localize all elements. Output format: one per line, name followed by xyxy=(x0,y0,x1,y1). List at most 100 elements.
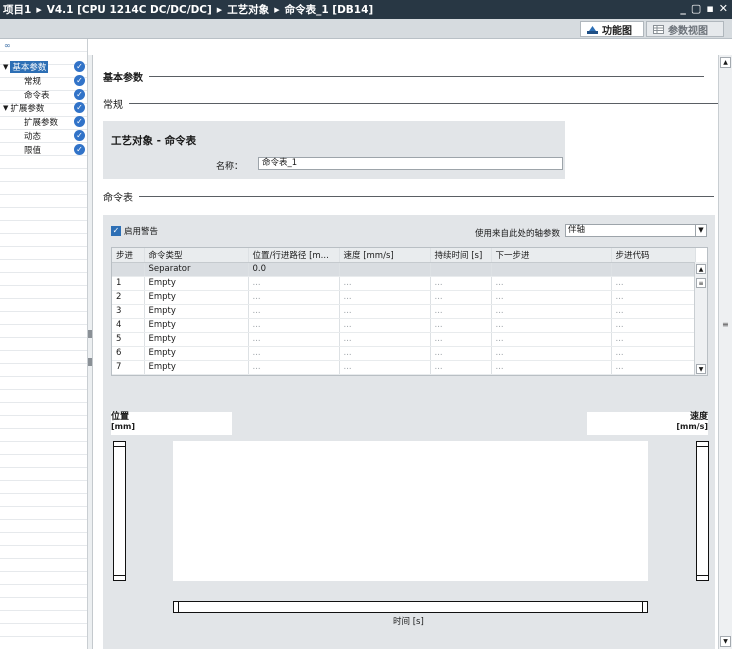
column-header[interactable]: 速度 [mm/s] xyxy=(339,248,431,263)
table-cell[interactable]: ... xyxy=(491,360,612,375)
table-cell[interactable]: Empty xyxy=(144,276,249,291)
table-row[interactable]: 7 Empty ... ... ... ... ... xyxy=(112,360,696,375)
table-cell[interactable]: 3 xyxy=(112,304,145,319)
table-cell[interactable] xyxy=(611,262,696,277)
page-scrollbar[interactable]: ▲ ≡ ▼ xyxy=(718,55,732,649)
table-cell[interactable]: ... xyxy=(611,304,696,319)
table-cell[interactable]: Separator xyxy=(144,262,249,277)
table-row[interactable]: Separator 0.0 xyxy=(112,262,696,277)
table-cell[interactable] xyxy=(491,262,612,277)
restore-icon[interactable]: ▢ xyxy=(691,2,701,15)
table-cell[interactable]: ... xyxy=(248,332,340,347)
breadcrumb-project[interactable]: 项目1 xyxy=(3,2,31,17)
table-cell[interactable]: ... xyxy=(491,290,612,305)
velocity-axis-slider[interactable] xyxy=(696,441,709,581)
table-cell[interactable]: ... xyxy=(611,276,696,291)
scroll-up-icon[interactable]: ▲ xyxy=(720,57,731,68)
nav-item-basic-params[interactable]: ▼ 基本参数 xyxy=(3,61,49,73)
table-cell[interactable]: 1 xyxy=(112,276,145,291)
table-cell[interactable]: ... xyxy=(339,318,431,333)
position-axis-slider[interactable] xyxy=(113,441,126,581)
table-cell[interactable]: ... xyxy=(491,304,612,319)
column-header[interactable]: 位置/行进路径 [m... xyxy=(248,248,340,263)
scroll-down-icon[interactable]: ▼ xyxy=(696,364,706,374)
table-cell[interactable]: ... xyxy=(248,276,340,291)
nav-item-limits[interactable]: 限值 xyxy=(24,144,41,156)
table-cell[interactable]: ... xyxy=(611,318,696,333)
scroll-up-icon[interactable]: ▲ xyxy=(696,264,706,274)
table-cell[interactable]: ... xyxy=(491,346,612,361)
axis-param-select[interactable]: 伴轴 ▼ xyxy=(565,224,707,237)
table-cell[interactable]: ... xyxy=(248,290,340,305)
table-cell[interactable]: ... xyxy=(491,332,612,347)
table-cell[interactable]: ... xyxy=(611,360,696,375)
table-cell[interactable]: ... xyxy=(339,276,431,291)
scroll-thumb[interactable]: ≡ xyxy=(696,278,706,288)
breadcrumb-technology-objects[interactable]: 工艺对象 xyxy=(227,2,269,17)
table-cell[interactable]: Empty xyxy=(144,332,249,347)
nav-item-command-table[interactable]: 命令表 xyxy=(24,89,50,101)
table-cell[interactable]: Empty xyxy=(144,304,249,319)
table-row[interactable]: 2 Empty ... ... ... ... ... xyxy=(112,290,696,305)
table-cell[interactable]: ... xyxy=(339,290,431,305)
nav-item-extended-params-sub[interactable]: 扩展参数 xyxy=(24,116,58,128)
table-cell[interactable]: ... xyxy=(611,290,696,305)
table-cell[interactable]: ... xyxy=(430,276,492,291)
table-row[interactable]: 4 Empty ... ... ... ... ... xyxy=(112,318,696,333)
table-cell[interactable]: ... xyxy=(611,346,696,361)
table-scrollbar[interactable]: ▲ ≡ ▼ xyxy=(694,262,707,375)
table-cell[interactable]: ... xyxy=(430,304,492,319)
table-cell[interactable]: 2 xyxy=(112,290,145,305)
nav-item-dynamics[interactable]: 动态 xyxy=(24,130,41,142)
table-cell[interactable]: ... xyxy=(491,276,612,291)
table-cell[interactable]: ... xyxy=(430,290,492,305)
table-cell[interactable]: ... xyxy=(430,360,492,375)
close-icon[interactable]: ✕ xyxy=(719,2,728,15)
table-cell[interactable] xyxy=(430,262,492,277)
enable-warning-checkbox[interactable]: ✓ xyxy=(111,226,121,236)
table-cell[interactable]: Empty xyxy=(144,290,249,305)
chevron-down-icon[interactable]: ▼ xyxy=(695,225,706,236)
minimize-icon[interactable]: _ xyxy=(680,2,686,15)
breadcrumb-device[interactable]: V4.1 [CPU 1214C DC/DC/DC] xyxy=(47,4,212,16)
table-cell[interactable]: 5 xyxy=(112,332,145,347)
enable-warning-option[interactable]: ✓ 启用警告 xyxy=(111,225,158,237)
link-icon[interactable]: ∞ xyxy=(4,41,11,50)
table-cell[interactable]: 6 xyxy=(112,346,145,361)
table-cell[interactable]: Empty xyxy=(144,346,249,361)
table-cell[interactable]: ... xyxy=(430,332,492,347)
name-input[interactable]: 命令表_1 xyxy=(258,157,563,170)
table-cell[interactable]: ... xyxy=(430,346,492,361)
tab-parameter-view[interactable]: 参数视图 xyxy=(646,21,724,37)
table-row[interactable]: 5 Empty ... ... ... ... ... xyxy=(112,332,696,347)
nav-item-extended-params[interactable]: ▼ 扩展参数 xyxy=(3,102,44,114)
column-header[interactable]: 步进 xyxy=(112,248,145,263)
table-cell[interactable]: ... xyxy=(339,332,431,347)
expand-arrow-icon[interactable]: ▼ xyxy=(3,63,8,71)
table-cell[interactable] xyxy=(112,262,145,277)
nav-item-general[interactable]: 常规 xyxy=(24,75,41,87)
expand-right-icon[interactable] xyxy=(88,358,92,366)
table-cell[interactable]: ... xyxy=(339,360,431,375)
table-cell[interactable]: Empty xyxy=(144,360,249,375)
table-cell[interactable]: ... xyxy=(430,318,492,333)
column-header[interactable]: 下一步进 xyxy=(491,248,612,263)
table-cell[interactable]: ... xyxy=(339,346,431,361)
column-header[interactable]: 命令类型 xyxy=(144,248,249,263)
table-cell[interactable]: 7 xyxy=(112,360,145,375)
table-cell[interactable]: Empty xyxy=(144,318,249,333)
table-row[interactable]: 1 Empty ... ... ... ... ... xyxy=(112,276,696,291)
table-row[interactable]: 6 Empty ... ... ... ... ... xyxy=(112,346,696,361)
table-cell[interactable]: ... xyxy=(248,346,340,361)
embed-icon[interactable]: ▪ xyxy=(706,2,713,15)
table-cell[interactable]: ... xyxy=(491,318,612,333)
table-row[interactable]: 3 Empty ... ... ... ... ... xyxy=(112,304,696,319)
time-axis-slider[interactable] xyxy=(173,601,648,613)
table-cell[interactable]: 4 xyxy=(112,318,145,333)
table-cell[interactable]: ... xyxy=(248,318,340,333)
table-cell[interactable]: 0.0 xyxy=(248,262,340,277)
column-header[interactable]: 步进代码 xyxy=(611,248,696,263)
table-cell[interactable]: ... xyxy=(611,332,696,347)
column-header[interactable]: 持续时间 [s] xyxy=(430,248,492,263)
scroll-down-icon[interactable]: ▼ xyxy=(720,636,731,647)
